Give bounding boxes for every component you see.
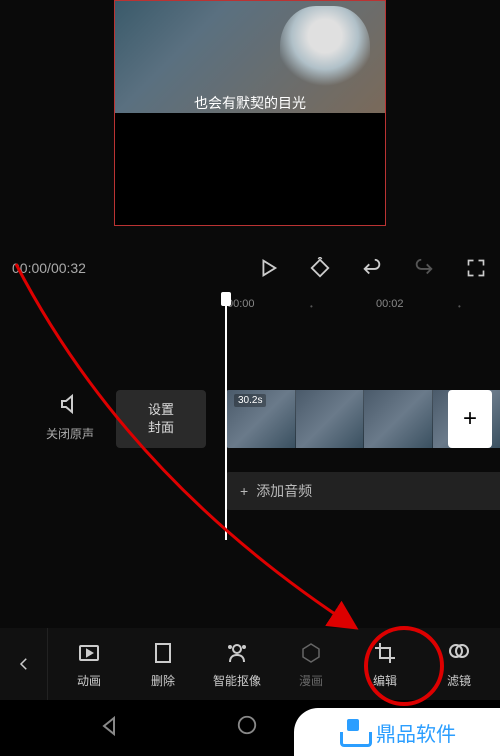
video-subtitle: 也会有默契的目光 <box>115 93 385 113</box>
cutout-icon <box>224 640 250 666</box>
keyframe-button[interactable] <box>308 256 332 280</box>
speaker-icon <box>46 392 94 421</box>
bottom-toolbar: 动画 删除 智能抠像 漫画 编辑 滤镜 <box>0 628 500 700</box>
tool-animation[interactable]: 动画 <box>61 640 117 689</box>
redo-button[interactable] <box>412 256 436 280</box>
tool-edit[interactable]: 编辑 <box>357 640 413 689</box>
timecode: 00:00/00:32 <box>12 260 256 276</box>
crop-icon <box>372 640 398 666</box>
clip-duration: 30.2s <box>234 394 266 407</box>
nav-back-button[interactable] <box>96 714 124 742</box>
playhead[interactable] <box>225 294 227 540</box>
undo-button[interactable] <box>360 256 384 280</box>
plus-icon: + <box>240 483 248 499</box>
watermark: 鼎品软件 <box>294 708 500 756</box>
timeline-area: 关闭原声 设置封面 30.2s + + 添加音频 <box>0 382 500 542</box>
filter-icon <box>446 640 472 666</box>
fullscreen-button[interactable] <box>464 256 488 280</box>
transport-bar: 00:00/00:32 <box>0 248 500 288</box>
video-preview-area: 也会有默契的目光 <box>0 0 500 226</box>
tool-filter[interactable]: 滤镜 <box>431 640 487 689</box>
video-frame[interactable]: 也会有默契的目光 <box>114 0 386 226</box>
mute-toggle[interactable]: 关闭原声 <box>46 392 94 442</box>
set-cover-button[interactable]: 设置封面 <box>116 390 206 448</box>
comic-icon <box>298 640 324 666</box>
nav-home-button[interactable] <box>236 714 264 742</box>
back-button[interactable] <box>0 628 48 700</box>
add-audio-track[interactable]: + 添加音频 <box>226 472 500 510</box>
timeline-ruler[interactable]: 00:00 • 00:02 • <box>0 296 500 316</box>
animation-icon <box>76 640 102 666</box>
tool-comic[interactable]: 漫画 <box>283 640 339 689</box>
delete-icon <box>150 640 176 666</box>
add-clip-button[interactable]: + <box>448 390 492 448</box>
tool-smart-cutout[interactable]: 智能抠像 <box>209 640 265 689</box>
watermark-logo-icon <box>338 717 368 747</box>
tool-delete[interactable]: 删除 <box>135 640 191 689</box>
play-button[interactable] <box>256 256 280 280</box>
